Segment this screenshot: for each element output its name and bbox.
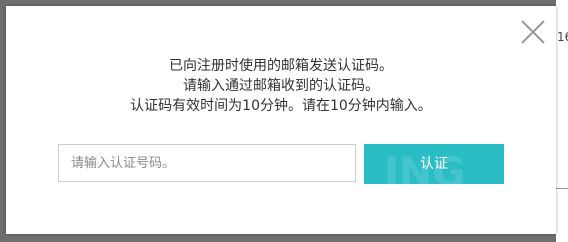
background-text: 16 <box>557 30 568 44</box>
message-line-2: 请输入通过邮箱收到的认证码。 <box>183 78 379 94</box>
verification-message: 已向注册时使用的邮箱发送认证码。 请输入通过邮箱收到的认证码。 认证码有效时间为… <box>6 56 556 116</box>
verification-code-input[interactable] <box>58 144 356 182</box>
background-page: 16 <box>556 0 568 242</box>
verify-button-label: 认证 <box>420 156 448 172</box>
close-icon <box>521 20 545 44</box>
verification-dialog: 已向注册时使用的邮箱发送认证码。 请输入通过邮箱收到的认证码。 认证码有效时间为… <box>6 6 556 234</box>
background-divider <box>556 188 568 189</box>
message-line-1: 已向注册时使用的邮箱发送认证码。 <box>169 58 393 74</box>
verify-button[interactable]: ING 认证 <box>364 144 504 184</box>
message-line-3: 认证码有效时间为10分钟。请在10分钟内输入。 <box>130 98 432 114</box>
close-button[interactable] <box>520 19 546 45</box>
